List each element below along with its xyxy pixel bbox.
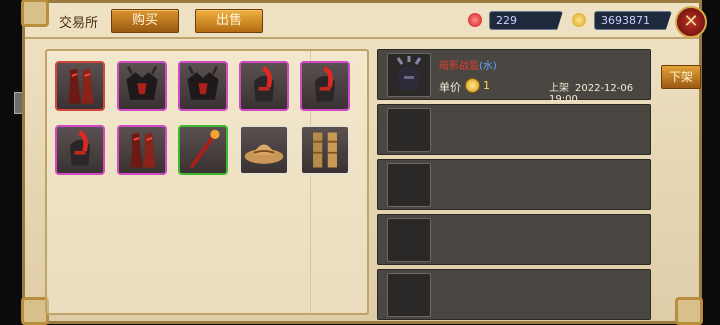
gold-amount: 3693871 xyxy=(594,11,672,30)
inventory-slot[interactable] xyxy=(178,61,228,111)
inventory-panel xyxy=(45,49,369,315)
item-element-tag: (水) xyxy=(479,61,497,72)
red-greaves-icon xyxy=(57,63,103,109)
listing-thumbnail xyxy=(387,273,431,317)
gem-icon xyxy=(468,13,482,27)
inventory-slot[interactable] xyxy=(239,61,289,111)
listing-thumbnail xyxy=(387,108,431,152)
listing-row[interactable] xyxy=(377,159,651,210)
close-button[interactable]: ✕ xyxy=(675,6,707,38)
gold-coin-icon xyxy=(572,13,586,27)
corner-ornament xyxy=(675,297,703,325)
leather-boots-icon xyxy=(302,127,348,173)
item-name-text: 暗影战盔 xyxy=(439,61,479,72)
listing-row[interactable] xyxy=(377,104,651,155)
inventory-slot[interactable] xyxy=(117,125,167,175)
trade-window: 交易所 购买 出售 229 3693871 ✕ 暗影战盔(水) 单价 1 上架 2022… xyxy=(21,0,707,325)
plumed-helmet-icon xyxy=(302,63,348,109)
dark-chest-armor-icon xyxy=(119,63,165,109)
price-value: 1 xyxy=(483,79,490,92)
unlist-button[interactable]: 下架 xyxy=(661,65,701,89)
gem-amount: 229 xyxy=(489,11,563,30)
listing-row[interactable] xyxy=(377,269,651,320)
listing-thumbnail xyxy=(387,218,431,262)
listing-thumbnail xyxy=(387,163,431,207)
listing-thumbnail xyxy=(387,53,431,97)
inventory-slot[interactable] xyxy=(117,61,167,111)
price-label: 单价 xyxy=(439,81,461,94)
tab-sell[interactable]: 出售 xyxy=(195,9,263,33)
inventory-slot[interactable] xyxy=(239,125,289,175)
gold-coin-icon xyxy=(465,78,480,93)
plumed-helmet-icon xyxy=(57,127,103,173)
listed-label: 上架 xyxy=(549,83,569,94)
listing-row[interactable] xyxy=(377,214,651,265)
inventory-slot[interactable] xyxy=(55,125,105,175)
window-title: 交易所 xyxy=(59,16,99,31)
tab-buy[interactable]: 购买 xyxy=(111,9,179,33)
inventory-slot[interactable] xyxy=(300,125,350,175)
listing-row[interactable]: 暗影战盔(水) 单价 1 上架 2022-12-06 19:00 xyxy=(377,49,651,105)
red-greaves-icon xyxy=(119,127,165,173)
fire-staff-icon xyxy=(180,127,226,173)
inventory-slot[interactable] xyxy=(300,61,350,111)
dark-chest-armor-icon xyxy=(180,63,226,109)
helmet-icon xyxy=(396,56,422,90)
straw-hat-icon xyxy=(241,127,287,173)
listing-item-name: 暗影战盔(水) xyxy=(439,57,497,72)
listed-time: 上架 2022-12-06 19:00 xyxy=(549,79,651,105)
plumed-helmet-icon xyxy=(241,63,287,109)
inventory-slot[interactable] xyxy=(55,61,105,111)
inventory-slot[interactable] xyxy=(178,125,228,175)
top-bar: 交易所 购买 出售 229 3693871 ✕ xyxy=(25,3,707,39)
